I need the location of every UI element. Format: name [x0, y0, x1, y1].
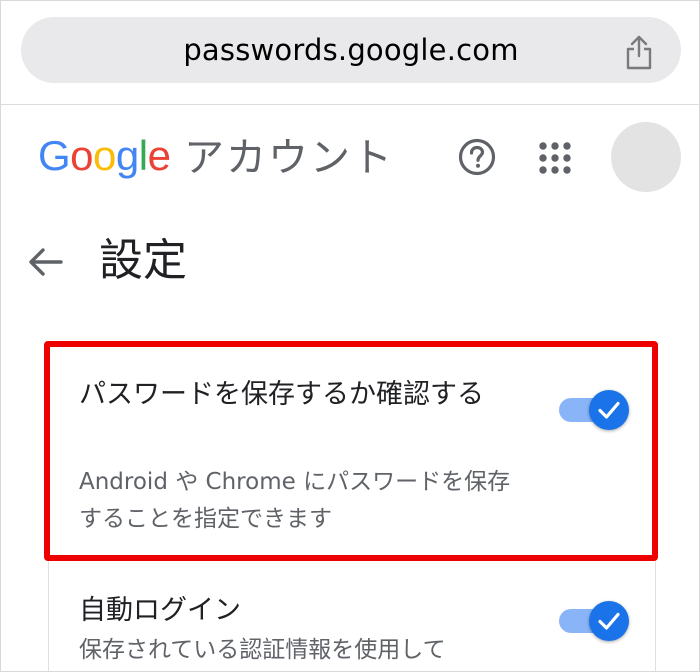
setting-title: パスワードを保存するか確認する — [79, 379, 484, 410]
check-icon — [598, 401, 620, 419]
url-text[interactable]: passwords.google.com — [21, 17, 681, 83]
account-label[interactable]: アカウント — [184, 133, 394, 183]
setting-row-offer-to-save[interactable]: パスワードを保存するか確認する Android や Chrome にパスワードを… — [49, 346, 655, 558]
logo-letter: o — [93, 132, 116, 179]
account-header: Google アカウント — [1, 105, 699, 205]
setting-description: 保存されている認証情報を使用して — [79, 637, 446, 663]
browser-window: passwords.google.com Google アカウント 設定 パスワ… — [0, 0, 700, 672]
avatar[interactable] — [611, 122, 681, 192]
browser-toolbar: passwords.google.com — [1, 1, 699, 105]
offer-to-save-toggle[interactable] — [557, 390, 629, 430]
logo-letter: G — [38, 132, 71, 179]
logo-letter: g — [115, 132, 139, 179]
toggle-knob — [589, 390, 629, 430]
page-title: 設定 — [99, 235, 187, 286]
address-bar[interactable]: passwords.google.com — [21, 17, 681, 83]
logo-letter: l — [138, 132, 148, 179]
setting-description: Android や Chrome にパスワードを保存することを指定できます — [79, 469, 511, 532]
toggle-knob — [589, 601, 629, 641]
setting-row-auto-sign-in[interactable]: 自動ログイン 保存されている認証情報を使用して — [49, 559, 655, 671]
arrow-left-icon[interactable] — [28, 244, 64, 280]
google-logo[interactable]: Google — [38, 131, 171, 181]
logo-letter: e — [147, 132, 171, 179]
apps-grid-icon[interactable] — [538, 141, 572, 175]
auto-sign-in-toggle[interactable] — [557, 601, 629, 641]
settings-list: パスワードを保存するか確認する Android や Chrome にパスワードを… — [48, 345, 656, 671]
logo-letter: o — [70, 132, 94, 179]
help-circle-icon[interactable] — [457, 137, 497, 177]
check-icon — [598, 612, 620, 630]
setting-title: 自動ログイン — [79, 595, 241, 626]
share-icon[interactable] — [623, 34, 655, 70]
